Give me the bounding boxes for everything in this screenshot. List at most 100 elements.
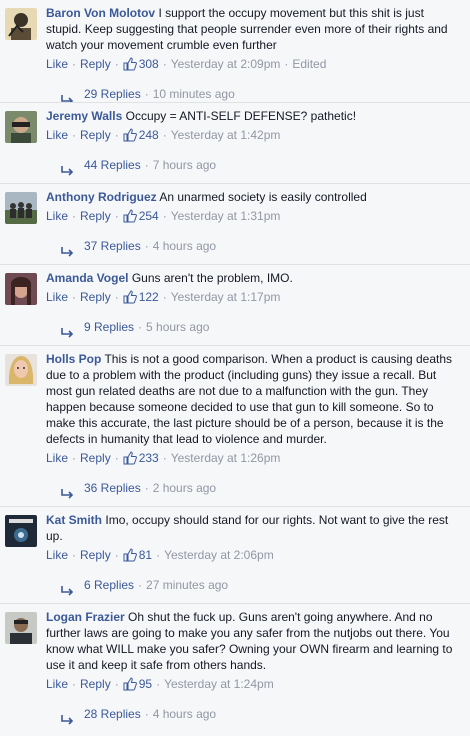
replies-row[interactable]: 44 Replies · 7 hours ago — [60, 151, 470, 179]
avatar[interactable] — [5, 354, 37, 386]
avatar[interactable] — [5, 192, 37, 224]
comment: Baron Von Molotov I support the occupy m… — [0, 0, 470, 105]
reply-link[interactable]: Reply — [80, 450, 111, 466]
comment: Kat Smith Imo, occupy should stand for o… — [0, 506, 470, 603]
reply-link[interactable]: Reply — [80, 127, 111, 143]
like-count[interactable]: 308 — [139, 56, 159, 72]
avatar[interactable] — [5, 273, 37, 305]
replies-link[interactable]: 6 Replies — [84, 571, 134, 599]
comment-author[interactable]: Anthony Rodriguez — [46, 190, 157, 204]
like-count[interactable]: 122 — [139, 289, 159, 305]
replies-row[interactable]: 36 Replies · 2 hours ago — [60, 474, 470, 502]
separator: · — [144, 481, 149, 495]
reply-arrow-icon — [60, 482, 74, 499]
separator: · — [162, 128, 167, 142]
separator: · — [114, 548, 119, 562]
replies-time: 27 minutes ago — [146, 578, 229, 592]
avatar[interactable] — [5, 612, 37, 644]
separator: · — [162, 209, 167, 223]
separator: · — [144, 239, 149, 253]
reply-arrow-icon — [60, 321, 74, 338]
comment-author[interactable]: Baron Von Molotov — [46, 6, 155, 20]
separator: · — [114, 128, 119, 142]
timestamp[interactable]: Yesterday at 1:31pm — [171, 208, 281, 224]
replies-time: 4 hours ago — [152, 239, 217, 253]
replies-time: 2 hours ago — [152, 481, 217, 495]
thumbs-up-icon[interactable] — [123, 451, 137, 465]
like-count[interactable]: 254 — [139, 208, 159, 224]
separator: · — [138, 320, 143, 334]
thumbs-up-icon[interactable] — [123, 57, 137, 71]
comment-author[interactable]: Holls Pop — [46, 352, 101, 366]
reply-link[interactable]: Reply — [80, 56, 111, 72]
comment: Holls Pop This is not a good comparison.… — [0, 345, 470, 506]
timestamp[interactable]: Yesterday at 1:17pm — [171, 289, 281, 305]
comment-author[interactable]: Jeremy Walls — [46, 109, 122, 123]
separator: · — [162, 451, 167, 465]
thumbs-up-icon[interactable] — [123, 290, 137, 304]
replies-link[interactable]: 9 Replies — [84, 313, 134, 341]
like-link[interactable]: Like — [46, 127, 68, 143]
comment-author[interactable]: Amanda Vogel — [46, 271, 128, 285]
timestamp[interactable]: Yesterday at 1:42pm — [171, 127, 281, 143]
replies-link[interactable]: 37 Replies — [84, 232, 141, 260]
comment: Amanda Vogel Guns aren't the problem, IM… — [0, 264, 470, 345]
separator: · — [162, 57, 167, 71]
comment-text: Imo, occupy should stand for our rights.… — [46, 513, 449, 543]
comment-author[interactable]: Kat Smith — [46, 513, 102, 527]
separator: · — [162, 290, 167, 304]
separator: · — [144, 707, 149, 721]
like-link[interactable]: Like — [46, 450, 68, 466]
separator: · — [144, 158, 149, 172]
timestamp[interactable]: Yesterday at 1:26pm — [171, 450, 281, 466]
comment-author[interactable]: Logan Frazier — [46, 610, 125, 624]
like-count[interactable]: 81 — [139, 547, 152, 563]
replies-row[interactable]: 37 Replies · 4 hours ago — [60, 232, 470, 260]
replies-time: 4 hours ago — [152, 707, 217, 721]
avatar[interactable] — [5, 111, 37, 143]
like-link[interactable]: Like — [46, 56, 68, 72]
avatar[interactable] — [5, 515, 37, 547]
like-link[interactable]: Like — [46, 547, 68, 563]
like-count[interactable]: 233 — [139, 450, 159, 466]
like-count[interactable]: 95 — [139, 676, 152, 692]
timestamp[interactable]: Yesterday at 2:06pm — [164, 547, 274, 563]
replies-time: 7 hours ago — [152, 158, 217, 172]
separator: · — [114, 451, 119, 465]
replies-row[interactable]: 28 Replies · 4 hours ago — [60, 700, 470, 728]
reply-link[interactable]: Reply — [80, 208, 111, 224]
replies-row[interactable]: 9 Replies · 5 hours ago — [60, 313, 470, 341]
reply-arrow-icon — [60, 88, 74, 105]
like-link[interactable]: Like — [46, 289, 68, 305]
thumbs-up-icon[interactable] — [123, 548, 137, 562]
thumbs-up-icon[interactable] — [123, 128, 137, 142]
separator: · — [284, 57, 289, 71]
reply-link[interactable]: Reply — [80, 289, 111, 305]
edited-label[interactable]: Edited — [292, 56, 326, 72]
replies-link[interactable]: 28 Replies — [84, 700, 141, 728]
reply-link[interactable]: Reply — [80, 547, 111, 563]
avatar[interactable] — [5, 8, 37, 40]
separator: · — [156, 677, 161, 691]
comment: Anthony Rodriguez An unarmed society is … — [0, 183, 470, 264]
replies-row[interactable]: 6 Replies · 27 minutes ago — [60, 571, 470, 599]
comment-text: This is not a good comparison. When a pr… — [46, 352, 452, 446]
like-link[interactable]: Like — [46, 208, 68, 224]
timestamp[interactable]: Yesterday at 1:24pm — [164, 676, 274, 692]
like-count[interactable]: 248 — [139, 127, 159, 143]
replies-link[interactable]: 44 Replies — [84, 151, 141, 179]
reply-arrow-icon — [60, 240, 74, 257]
separator: · — [114, 290, 119, 304]
comment-text: An unarmed society is easily controlled — [159, 190, 367, 204]
replies-time: 5 hours ago — [146, 320, 210, 334]
separator: · — [114, 209, 119, 223]
like-link[interactable]: Like — [46, 676, 68, 692]
reply-arrow-icon — [60, 159, 74, 176]
thumbs-up-icon[interactable] — [123, 209, 137, 223]
replies-link[interactable]: 36 Replies — [84, 474, 141, 502]
thumbs-up-icon[interactable] — [123, 677, 137, 691]
timestamp[interactable]: Yesterday at 2:09pm — [171, 56, 281, 72]
separator: · — [114, 677, 119, 691]
comment-text: Occupy = ANTI-SELF DEFENSE? pathetic! — [125, 109, 357, 123]
reply-link[interactable]: Reply — [80, 676, 111, 692]
